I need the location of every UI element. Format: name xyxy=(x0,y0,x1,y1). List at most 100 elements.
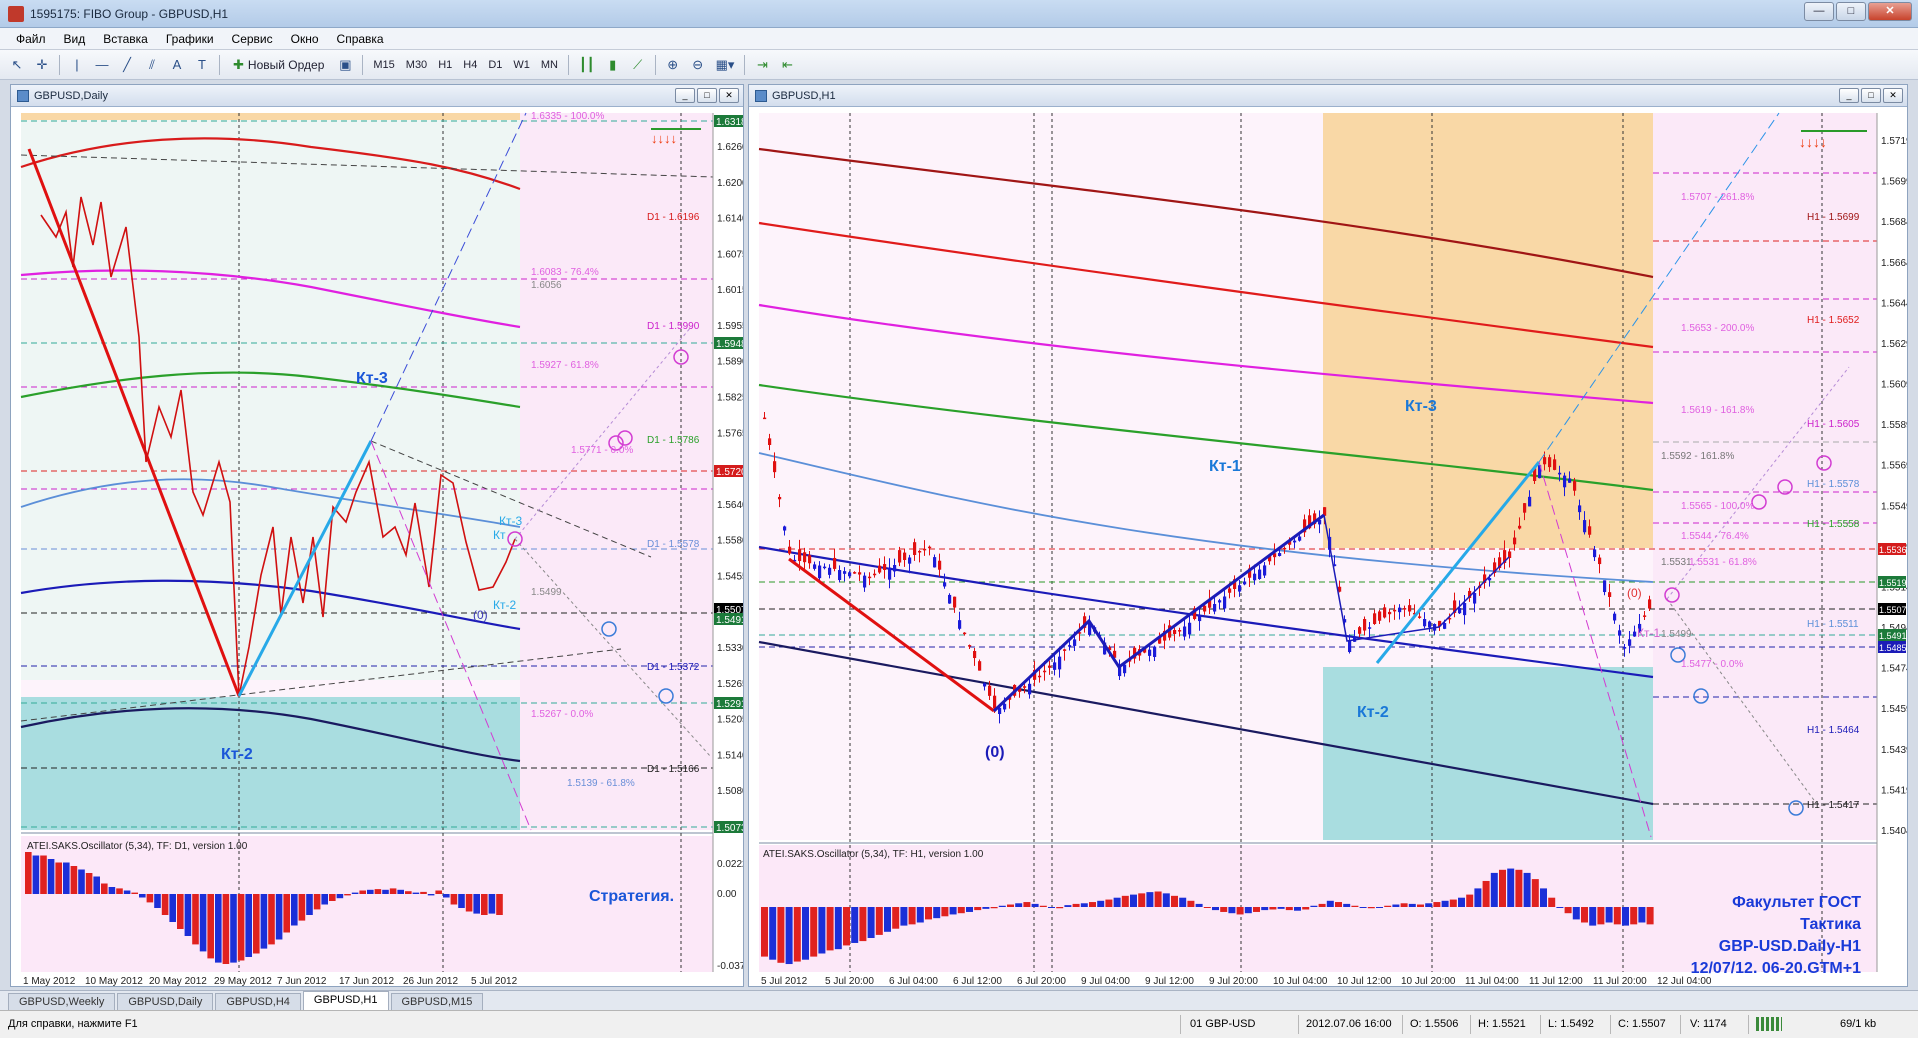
price-badge-label: 1.5485 xyxy=(1879,643,1907,653)
menu-help[interactable]: Справка xyxy=(329,30,392,48)
chart-window-header[interactable]: GBPUSD,Daily _ □ ✕ xyxy=(11,85,743,107)
chart-shift-icon[interactable]: ⇤ xyxy=(776,54,798,76)
chart-window-h1[interactable]: GBPUSD,H1 _ □ ✕ ↓↓↓↓ Кт-3 Кт-1 Кт-2 (0) … xyxy=(748,84,1908,987)
maximize-button[interactable]: □ xyxy=(1836,2,1866,21)
oscillator-bar xyxy=(488,894,496,914)
time-label: 5 Jul 20:00 xyxy=(825,976,874,986)
tab-gbpusd-h1[interactable]: GBPUSD,H1 xyxy=(302,991,389,1010)
close-button[interactable]: ✕ xyxy=(1883,88,1903,103)
tf-h1[interactable]: H1 xyxy=(434,54,456,76)
time-axis: 5 Jul 2012 5 Jul 20:00 6 Jul 04:00 6 Jul 12… xyxy=(761,976,1712,986)
tab-gbpusd-weekly[interactable]: GBPUSD,Weekly xyxy=(8,993,116,1010)
candle-body xyxy=(1518,525,1522,529)
vertical-line-icon[interactable]: | xyxy=(66,54,88,76)
oscillator-bar xyxy=(192,894,199,945)
candle-body xyxy=(893,565,897,572)
daily-chart-canvas[interactable]: Кт-3 Кт-2 Кт-3 Кт Кт-2 (0) ↓↓↓↓ 1.6335 -… xyxy=(11,107,743,986)
candle-chart-icon[interactable]: ▮ xyxy=(602,54,624,76)
crosshair-icon[interactable]: ✛ xyxy=(31,54,53,76)
zoom-out-icon[interactable]: ⊖ xyxy=(687,54,709,76)
autoscroll-icon[interactable]: ⇥ xyxy=(751,54,773,76)
oscillator-bar xyxy=(1449,899,1457,907)
minimize-button[interactable]: _ xyxy=(1839,88,1859,103)
chart-window-daily[interactable]: GBPUSD,Daily _ □ ✕ Кт-3 Кт-2 Кт-3 Кт Кт-… xyxy=(10,84,744,987)
svg-text:D1 - 1.5990: D1 - 1.5990 xyxy=(647,321,700,332)
trendline-icon[interactable]: ╱ xyxy=(116,54,138,76)
oscillator-bar xyxy=(1007,904,1014,907)
chart-window-header[interactable]: GBPUSD,H1 _ □ ✕ xyxy=(749,85,1907,107)
tab-gbpusd-m15[interactable]: GBPUSD,M15 xyxy=(390,993,484,1010)
experts-icon[interactable]: ▣ xyxy=(334,54,356,76)
oscillator-bar xyxy=(1515,869,1523,907)
svg-text:1.6083 - 76.4%: 1.6083 - 76.4% xyxy=(531,267,599,278)
svg-text:H1 - 1.5578: H1 - 1.5578 xyxy=(1807,479,1860,490)
oscillator-bar xyxy=(1499,869,1506,907)
oscillator-bar xyxy=(957,907,965,914)
minimize-button[interactable]: — xyxy=(1804,2,1834,21)
tab-gbpusd-daily[interactable]: GBPUSD,Daily xyxy=(117,993,214,1010)
oscillator-bar xyxy=(321,894,328,905)
line-chart-icon[interactable]: ⟋ xyxy=(627,54,649,76)
tf-w1[interactable]: W1 xyxy=(509,54,534,76)
oscillator-bar xyxy=(351,892,359,894)
time-label: 10 Jul 04:00 xyxy=(1273,976,1328,986)
menu-view[interactable]: Вид xyxy=(56,30,94,48)
oscillator-bar xyxy=(1597,907,1605,925)
h1-chart-canvas[interactable]: ↓↓↓↓ Кт-3 Кт-1 Кт-2 (0) (0) Кт-1 1.5707 … xyxy=(749,107,1907,986)
price-tick: 1.6015 xyxy=(717,285,743,296)
candle-body xyxy=(1613,613,1617,621)
price-tick: 1.5549 xyxy=(1881,501,1907,512)
bar-chart-icon[interactable]: ┃┃ xyxy=(575,54,599,76)
oscillator-bar xyxy=(1261,907,1269,911)
candle-body xyxy=(1038,675,1042,678)
candle-body xyxy=(873,573,877,576)
close-button[interactable]: ✕ xyxy=(719,88,739,103)
text-label-icon[interactable]: T xyxy=(191,54,213,76)
oscillator-bar xyxy=(1097,900,1105,907)
oscillator-bar xyxy=(359,890,366,894)
tf-m15[interactable]: M15 xyxy=(369,54,398,76)
new-order-button[interactable]: ✚ Новый Ордер xyxy=(226,54,331,76)
price-axis: 1.6260 1.6200 1.6140 1.6075 1.6015 1.5955 1.58… xyxy=(717,142,743,833)
cursor-icon[interactable]: ↖ xyxy=(6,54,28,76)
oscillator-bar xyxy=(184,894,192,936)
price-tick: 1.5664 xyxy=(1881,258,1907,269)
tf-mn[interactable]: MN xyxy=(537,54,562,76)
horizontal-line-icon[interactable]: — xyxy=(91,54,113,76)
tile-windows-icon[interactable]: ▦▾ xyxy=(712,54,739,76)
oscillator-bar xyxy=(925,907,932,920)
maximize-button[interactable]: □ xyxy=(697,88,717,103)
svg-text:1.5139 - 61.8%: 1.5139 - 61.8% xyxy=(567,778,635,789)
svg-text:H1 - 1.5558: H1 - 1.5558 xyxy=(1807,519,1860,530)
oscillator-bar xyxy=(1531,879,1539,907)
status-open: O: 1.5506 xyxy=(1410,1018,1459,1030)
oscillator-bar xyxy=(1417,904,1424,907)
status-low: L: 1.5492 xyxy=(1548,1018,1594,1030)
oscillator-bar xyxy=(1031,903,1039,907)
maximize-button[interactable]: □ xyxy=(1861,88,1881,103)
menu-insert[interactable]: Вставка xyxy=(95,30,156,48)
svg-text:5 Jul 2012: 5 Jul 2012 xyxy=(471,976,518,986)
tab-gbpusd-h4[interactable]: GBPUSD,H4 xyxy=(215,993,301,1010)
oscillator-bar xyxy=(268,894,275,945)
minimize-button[interactable]: _ xyxy=(675,88,695,103)
channel-icon[interactable]: ⫽ xyxy=(141,54,163,76)
menu-charts[interactable]: Графики xyxy=(158,30,222,48)
candle-body xyxy=(1408,605,1412,612)
candle-body xyxy=(918,550,922,553)
close-button[interactable]: ✕ xyxy=(1868,2,1912,21)
tf-h4[interactable]: H4 xyxy=(459,54,481,76)
zoom-in-icon[interactable]: ⊕ xyxy=(662,54,684,76)
oscillator-bar xyxy=(1646,907,1654,925)
tf-m30[interactable]: M30 xyxy=(402,54,431,76)
text-icon[interactable]: A xyxy=(166,54,188,76)
candle-body xyxy=(783,526,787,531)
menu-file[interactable]: Файл xyxy=(8,30,54,48)
wave-label-zero: (0) xyxy=(473,608,488,622)
menu-tools[interactable]: Сервис xyxy=(224,30,281,48)
menu-window[interactable]: Окно xyxy=(283,30,327,48)
price-badge-label: 1.5536 xyxy=(1879,545,1907,555)
oscillator-bar xyxy=(397,889,404,894)
candle-body xyxy=(1183,626,1187,637)
tf-d1[interactable]: D1 xyxy=(484,54,506,76)
